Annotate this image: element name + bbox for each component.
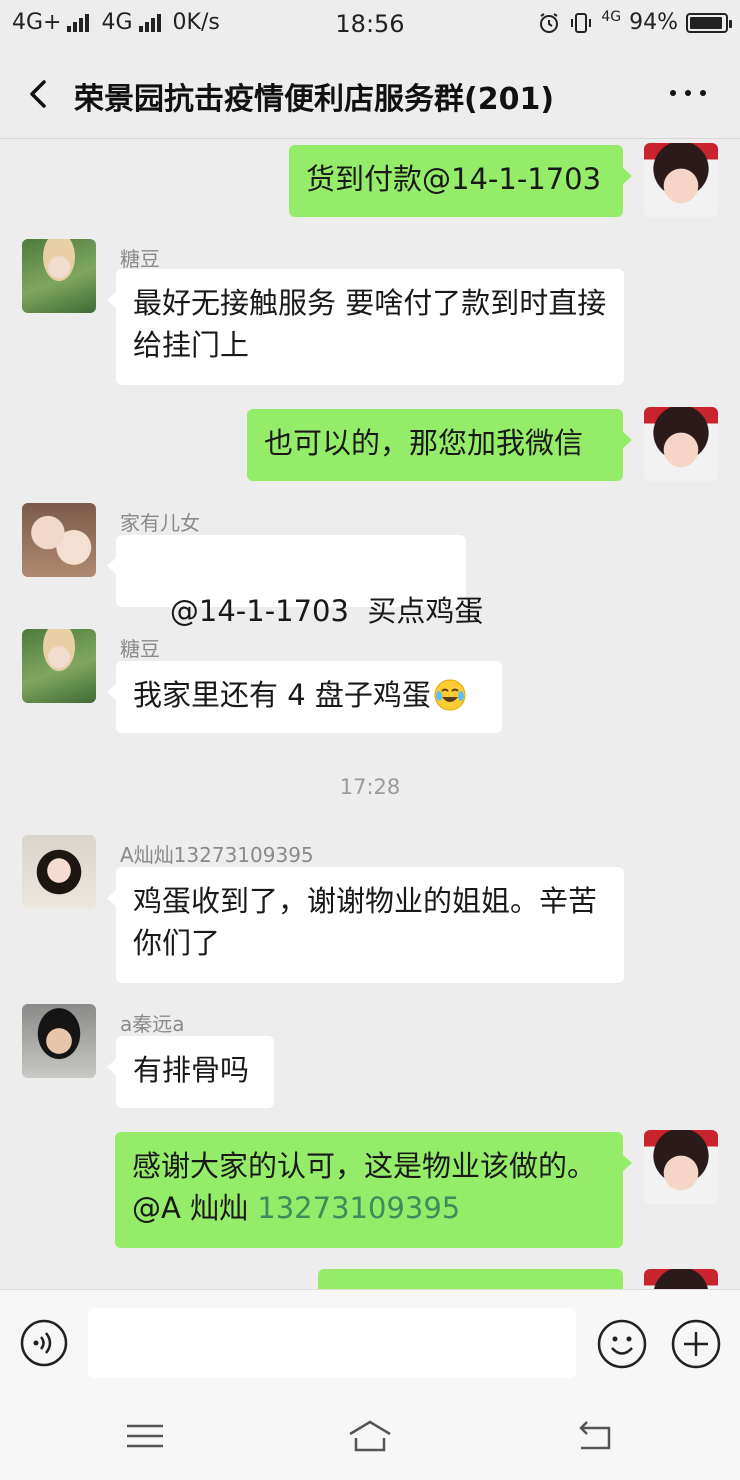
back-icon[interactable] [571, 1416, 619, 1456]
sender-name: 糖豆 [120, 247, 160, 271]
battery-icon [686, 12, 732, 33]
message-bubble-outgoing[interactable]: 货到付款@14-1-1703 [289, 145, 632, 217]
avatar[interactable] [644, 143, 718, 217]
chat-header: 荣景园抗击疫情便利店服务群(201) [0, 52, 740, 139]
home-icon[interactable] [346, 1416, 394, 1456]
avatar[interactable] [644, 1269, 718, 1289]
message-text: 也可以的，那您加我微信 [264, 426, 584, 460]
message-input[interactable] [88, 1308, 576, 1378]
input-bar [0, 1289, 740, 1395]
battery-percent: 94% [629, 10, 678, 35]
message-bubble-incoming[interactable]: 鸡蛋收到了，谢谢物业的姐姐。辛苦你们了 [107, 867, 624, 983]
avatar[interactable] [22, 1004, 96, 1078]
mention-name: @A 灿灿 [132, 1191, 258, 1225]
alarm-icon [540, 12, 559, 33]
avatar[interactable] [22, 835, 96, 909]
message-bubble-outgoing[interactable]: 感谢大家的认可，这是物业该做的。 @A 灿灿 13273109395 [115, 1132, 632, 1248]
smiley-icon[interactable] [597, 1319, 647, 1369]
message-text: 鸡蛋收到了，谢谢物业的姐姐。辛苦你们了 [133, 884, 598, 960]
system-navigation [0, 1394, 740, 1480]
message-text: @14-1-1703 买点鸡蛋 [169, 594, 484, 628]
message-text: 感谢大家的认可，这是物业该做的。 [132, 1149, 597, 1183]
sender-name: a秦远a [120, 1012, 185, 1036]
message-text: 有排骨吗 [133, 1053, 250, 1087]
message-text: 最好无接触服务 要啥付了款到时直接给挂门上 [133, 286, 607, 362]
avatar[interactable] [644, 1130, 718, 1204]
chevron-left-icon[interactable] [20, 74, 60, 114]
message-text: 我家里还有 4 盘子鸡蛋 [133, 678, 431, 712]
avatar[interactable] [644, 407, 718, 481]
avatar[interactable] [22, 503, 96, 577]
message-bubble-outgoing[interactable] [318, 1269, 623, 1289]
avatar[interactable] [22, 239, 96, 313]
message-bubble-incoming[interactable]: @14-1-1703 买点鸡蛋 [107, 535, 483, 628]
message-list[interactable]: 货到付款@14-1-1703 糖豆 最好无接触服务 要啥付了款到时直接给挂门上 … [0, 139, 740, 1289]
sender-name: A灿灿13273109395 [120, 843, 314, 867]
message-text: 货到付款@14-1-1703 [306, 162, 602, 196]
message-bubble-outgoing[interactable]: 也可以的，那您加我微信 [247, 409, 632, 481]
more-dots-icon[interactable] [670, 90, 706, 100]
menu-icon[interactable] [121, 1416, 169, 1456]
laugh-cry-emoji [434, 679, 466, 711]
network-type-3: 4G [601, 8, 622, 25]
vibrate-icon [571, 12, 592, 33]
voice-icon[interactable] [20, 1319, 68, 1367]
plus-icon[interactable] [671, 1319, 721, 1369]
message-bubble-incoming[interactable]: 我家里还有 4 盘子鸡蛋 [107, 661, 502, 733]
battery-fill [690, 16, 722, 29]
mention-number[interactable]: 13273109395 [257, 1191, 460, 1225]
message-bubble-incoming[interactable]: 最好无接触服务 要啥付了款到时直接给挂门上 [107, 269, 624, 385]
timestamp: 17:28 [339, 775, 401, 799]
status-bar: 4G+ 4G 0K/s 18:56 4G 94% [0, 0, 740, 52]
message-bubble-incoming[interactable]: 有排骨吗 [107, 1036, 274, 1108]
sender-name: 糖豆 [120, 637, 160, 661]
avatar[interactable] [22, 629, 96, 703]
sender-name: 家有儿女 [120, 511, 200, 535]
status-right: 4G 94% [537, 8, 732, 35]
chat-title: 荣景园抗击疫情便利店服务群(201) [74, 82, 555, 117]
